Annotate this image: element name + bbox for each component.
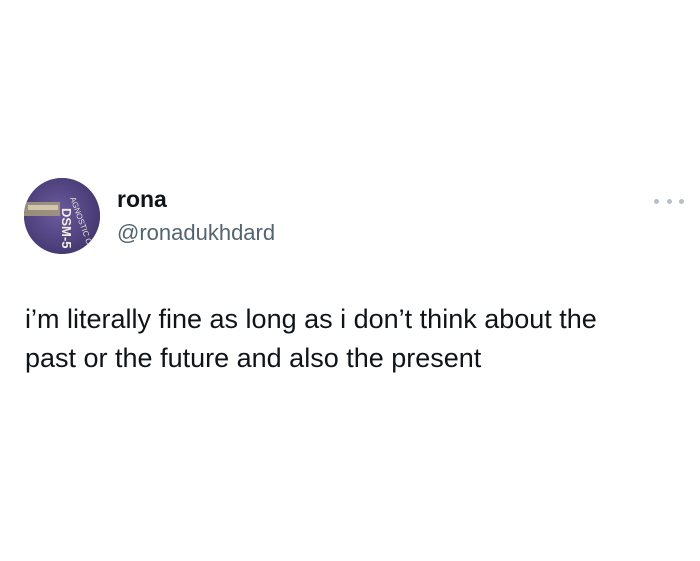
more-options-icon[interactable] bbox=[654, 191, 684, 211]
author-display-name[interactable]: rona bbox=[117, 185, 167, 213]
avatar-photo-icon: AGNOSTIC CRI DSM-5 bbox=[24, 178, 100, 254]
tweet-text-line-2: past or the future and also the present bbox=[25, 343, 482, 373]
author-handle[interactable]: @ronadukhdard bbox=[117, 219, 275, 247]
menu-dot bbox=[679, 198, 684, 204]
tweet-text-line-1: i’m literally fine as long as i don’t th… bbox=[25, 304, 597, 334]
tweet-card: AGNOSTIC CRI DSM-5 rona @ronadukhdard i’… bbox=[0, 0, 700, 561]
menu-dot bbox=[654, 198, 659, 204]
avatar-text-2: DSM-5 bbox=[59, 208, 74, 248]
menu-dot bbox=[666, 198, 672, 204]
avatar[interactable]: AGNOSTIC CRI DSM-5 bbox=[24, 178, 100, 254]
tweet-text: i’m literally fine as long as i don’t th… bbox=[25, 300, 685, 378]
